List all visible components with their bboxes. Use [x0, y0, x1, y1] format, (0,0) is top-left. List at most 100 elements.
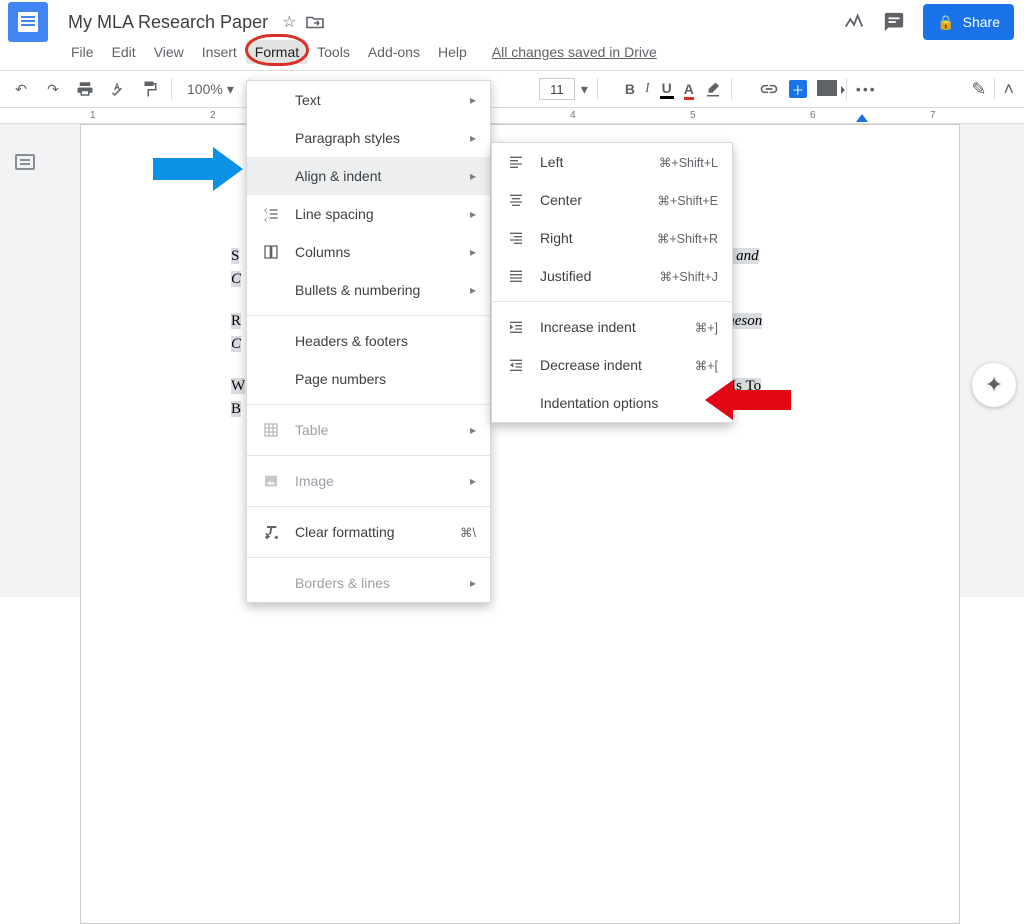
align-right[interactable]: Right ⌘+Shift+R [492, 219, 732, 257]
align-right-icon [506, 230, 526, 246]
table-icon [261, 422, 281, 438]
submenu-arrow-icon: ▸ [470, 131, 476, 145]
ruler-tick: 5 [690, 110, 696, 121]
share-button-label: Share [963, 14, 1000, 30]
insert-image-button[interactable] [817, 80, 837, 99]
menu-format[interactable]: Format [246, 40, 308, 64]
shortcut-label: ⌘\ [460, 525, 476, 540]
doc-text: W [231, 378, 245, 394]
doc-text: C [231, 271, 241, 287]
format-menu-clear-formatting[interactable]: Clear formatting ⌘\ [247, 513, 490, 551]
format-menu-line-spacing[interactable]: Line spacing ▸ [247, 195, 490, 233]
comments-icon[interactable] [883, 11, 905, 33]
italic-button[interactable]: I [645, 81, 650, 97]
ruler-tick: 2 [210, 110, 216, 121]
annotation-red-arrow [705, 380, 791, 420]
chevron-down-icon: ▾ [227, 81, 234, 98]
save-status[interactable]: All changes saved in Drive [492, 44, 657, 60]
highlight-button[interactable] [704, 80, 722, 98]
lock-icon: 🔒 [937, 14, 954, 31]
format-menu-paragraph-styles[interactable]: Paragraph styles ▸ [247, 119, 490, 157]
submenu-arrow-icon: ▸ [470, 93, 476, 107]
shortcut-label: ⌘+Shift+L [659, 155, 718, 170]
horizontal-ruler[interactable]: 1 2 3 4 5 6 7 [0, 108, 1024, 124]
decrease-indent-icon [506, 357, 526, 373]
line-spacing-icon [261, 206, 281, 222]
spellcheck-button[interactable] [104, 76, 130, 102]
align-center-icon [506, 192, 526, 208]
submenu-arrow-icon: ▸ [470, 245, 476, 259]
doc-text: C [231, 336, 241, 352]
align-indent-submenu: Left ⌘+Shift+L Center ⌘+Shift+E Right ⌘+… [491, 142, 733, 423]
format-menu-page-numbers[interactable]: Page numbers [247, 360, 490, 398]
submenu-arrow-icon: ▸ [470, 576, 476, 590]
print-button[interactable] [72, 76, 98, 102]
submenu-arrow-icon: ▸ [470, 169, 476, 183]
align-left[interactable]: Left ⌘+Shift+L [492, 143, 732, 181]
image-icon [261, 473, 281, 489]
underline-button[interactable]: U [660, 80, 674, 99]
menu-addons[interactable]: Add-ons [359, 40, 429, 64]
zoom-value: 100% [187, 81, 223, 97]
activity-icon[interactable] [843, 11, 865, 33]
ruler-tick: 6 [810, 110, 816, 121]
paint-format-button[interactable] [136, 76, 162, 102]
annotation-blue-arrow [153, 147, 243, 191]
format-menu-text[interactable]: Text ▸ [247, 81, 490, 119]
format-dropdown-menu: Text ▸ Paragraph styles ▸ Align & indent… [246, 80, 491, 603]
doc-text: B [231, 401, 241, 417]
ruler-tick: 1 [90, 110, 96, 121]
align-justified[interactable]: Justified ⌘+Shift+J [492, 257, 732, 295]
format-menu-columns[interactable]: Columns ▸ [247, 233, 490, 271]
shortcut-label: ⌘+] [695, 320, 718, 335]
format-menu-headers-footers[interactable]: Headers & footers [247, 322, 490, 360]
menu-tools[interactable]: Tools [308, 40, 359, 64]
right-margin-marker[interactable] [856, 114, 868, 122]
menu-help[interactable]: Help [429, 40, 476, 64]
menu-insert[interactable]: Insert [193, 40, 246, 64]
docs-app-icon[interactable] [8, 2, 48, 42]
star-icon[interactable]: ☆ [282, 12, 296, 32]
decrease-indent[interactable]: Decrease indent ⌘+[ [492, 346, 732, 384]
menu-file[interactable]: File [62, 40, 103, 64]
bold-button[interactable]: B [625, 81, 635, 97]
insert-link-button[interactable] [759, 83, 779, 95]
collapse-toolbar-button[interactable]: ˄ [1003, 79, 1014, 100]
outline-toggle-button[interactable] [15, 154, 35, 170]
menu-view[interactable]: View [145, 40, 193, 64]
align-left-icon [506, 154, 526, 170]
submenu-arrow-icon: ▸ [470, 207, 476, 221]
increase-indent[interactable]: Increase indent ⌘+] [492, 308, 732, 346]
increase-indent-icon [506, 319, 526, 335]
font-size-input[interactable]: 11 [539, 78, 575, 100]
menu-edit[interactable]: Edit [103, 40, 145, 64]
format-menu-bullets[interactable]: Bullets & numbering ▸ [247, 271, 490, 309]
doc-text: R [231, 313, 241, 329]
clear-formatting-icon [261, 524, 281, 540]
share-button[interactable]: 🔒 Share [923, 4, 1014, 40]
more-tools-button[interactable]: ••• [856, 81, 877, 97]
zoom-selector[interactable]: 100% ▾ [181, 81, 240, 98]
ruler-tick: 7 [930, 110, 936, 121]
shortcut-label: ⌘+Shift+J [660, 269, 718, 284]
submenu-arrow-icon: ▸ [470, 423, 476, 437]
doc-text: S [231, 248, 239, 264]
submenu-arrow-icon: ▸ [470, 283, 476, 297]
align-center[interactable]: Center ⌘+Shift+E [492, 181, 732, 219]
explore-button[interactable]: ✦ [972, 363, 1016, 407]
undo-button[interactable]: ↶ [8, 76, 34, 102]
chevron-down-icon[interactable]: ▾ [581, 81, 588, 98]
shortcut-label: ⌘+Shift+R [657, 231, 718, 246]
document-title[interactable]: My MLA Research Paper [62, 10, 274, 35]
shortcut-label: ⌘+Shift+E [658, 193, 718, 208]
editing-mode-button[interactable]: ✎ [971, 79, 986, 100]
submenu-arrow-icon: ▸ [470, 474, 476, 488]
ruler-tick: 4 [570, 110, 576, 121]
indentation-options[interactable]: Indentation options [492, 384, 732, 422]
format-menu-align-indent[interactable]: Align & indent ▸ [247, 157, 490, 195]
text-color-button[interactable]: A [684, 81, 694, 97]
insert-comment-button[interactable]: ＋ [789, 80, 807, 98]
shortcut-label: ⌘+[ [695, 358, 718, 373]
redo-button[interactable]: ↷ [40, 76, 66, 102]
move-to-folder-icon[interactable] [306, 15, 324, 29]
